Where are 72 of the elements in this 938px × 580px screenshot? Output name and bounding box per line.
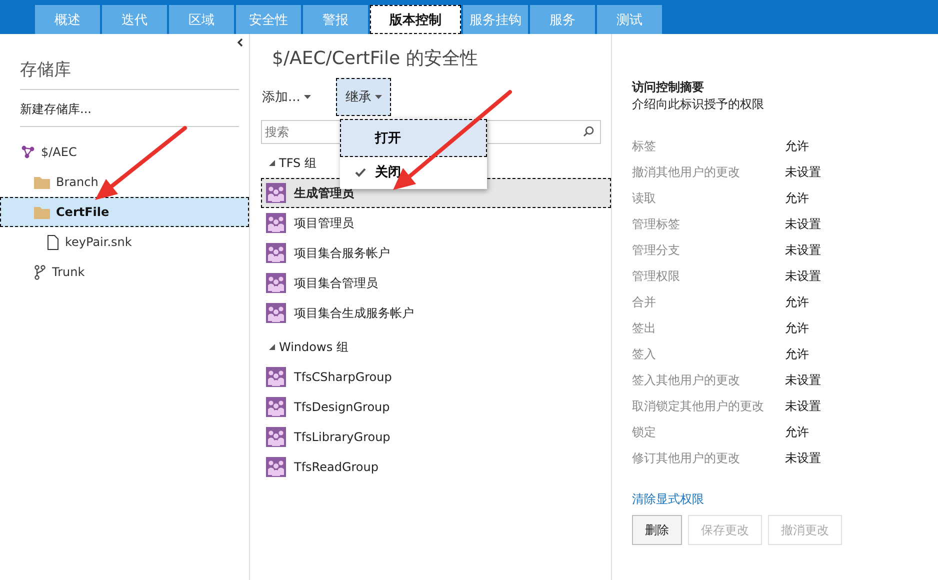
permission-value: 允许 (785, 320, 809, 334)
permission-name: 管理权限 (632, 268, 680, 282)
file-icon (47, 234, 59, 250)
tree-item[interactable]: Trunk (0, 257, 249, 287)
permission-name: 锁定 (632, 424, 656, 438)
tree-item[interactable]: Branch (0, 167, 249, 197)
group-icon (266, 457, 286, 477)
caret-icon (304, 95, 312, 99)
permission-value: 未设置 (785, 242, 821, 256)
permission-value: 未设置 (785, 268, 821, 282)
permission-value: 允许 (785, 294, 809, 308)
group-icon (266, 213, 286, 233)
clear-permissions-link[interactable]: 清除显式权限 (632, 491, 704, 508)
permission-value: 未设置 (785, 216, 821, 230)
permission-value: 未设置 (785, 372, 821, 386)
permission-name: 管理标签 (632, 216, 680, 230)
group-member[interactable]: TfsLibraryGroup (261, 422, 611, 452)
group-member[interactable]: 项目集合生成服务帐户 (261, 298, 611, 328)
toolbar-dropdown[interactable]: 添加... (261, 78, 320, 116)
search-icon (583, 126, 594, 137)
menu-item[interactable]: 打开 (340, 119, 487, 157)
group-icon (266, 183, 286, 203)
permission-name: 签入其他用户的更改 (632, 372, 740, 386)
group-member[interactable]: TfsCSharpGroup (261, 362, 611, 392)
group-member[interactable]: TfsReadGroup (261, 452, 611, 482)
group-member[interactable]: 项目集合服务帐户 (261, 238, 611, 268)
action-button[interactable]: 删除 (632, 515, 682, 545)
permission-value: 允许 (785, 424, 809, 438)
sidebar-title: 存储库 (20, 58, 239, 90)
permission-name: 签出 (632, 320, 656, 334)
permission-name: 标签 (632, 138, 656, 152)
permission-name: 取消锁定其他用户的更改 (632, 398, 764, 412)
group-icon (266, 427, 286, 447)
permission-name: 合并 (632, 294, 656, 308)
group-icon (266, 397, 286, 417)
permission-value: 未设置 (785, 450, 821, 464)
expanded-icon[interactable] (269, 344, 275, 350)
folder-icon (34, 206, 50, 218)
tree-item[interactable]: CertFile (0, 197, 249, 227)
folder-icon (34, 176, 50, 188)
tree-item[interactable]: keyPair.snk (0, 227, 249, 257)
expanded-icon[interactable] (269, 160, 275, 166)
group-heading: Windows 组 (279, 338, 348, 356)
group-icon (266, 273, 286, 293)
permission-name: 修订其他用户的更改 (632, 450, 740, 464)
group-icon (266, 367, 286, 387)
tab[interactable]: 版本控制 (370, 5, 461, 34)
new-repository-link[interactable]: 新建存储库... (20, 102, 92, 116)
tree-item[interactable]: $/AEC (0, 137, 249, 167)
caret-icon (375, 95, 382, 99)
summary-subtitle: 介绍向此标识授予的权限 (632, 96, 765, 113)
toolbar-dropdown[interactable]: 继承 (336, 78, 392, 116)
group-member[interactable]: TfsDesignGroup (261, 392, 611, 422)
page-title: $/AEC/CertFile 的安全性 (272, 47, 479, 71)
permission-name: 管理分支 (632, 242, 680, 256)
branch-icon (34, 264, 46, 280)
permission-value: 允许 (785, 190, 809, 204)
permission-value: 未设置 (785, 398, 821, 412)
group-icon (266, 303, 286, 323)
permission-value: 允许 (785, 346, 809, 360)
permission-name: 读取 (632, 190, 656, 204)
group-member[interactable]: 项目集合管理员 (261, 268, 611, 298)
group-member[interactable]: 项目管理员 (261, 208, 611, 238)
group-heading: TFS 组 (279, 154, 316, 172)
permission-value: 允许 (785, 138, 809, 152)
collapse-icon[interactable] (237, 38, 243, 47)
permission-name: 撤消其他用户的更改 (632, 164, 740, 178)
group-icon (266, 243, 286, 263)
permission-value: 未设置 (785, 164, 821, 178)
repository-icon (21, 145, 35, 159)
summary-title: 访问控制摘要 (632, 79, 705, 96)
permission-name: 签入 (632, 346, 656, 360)
